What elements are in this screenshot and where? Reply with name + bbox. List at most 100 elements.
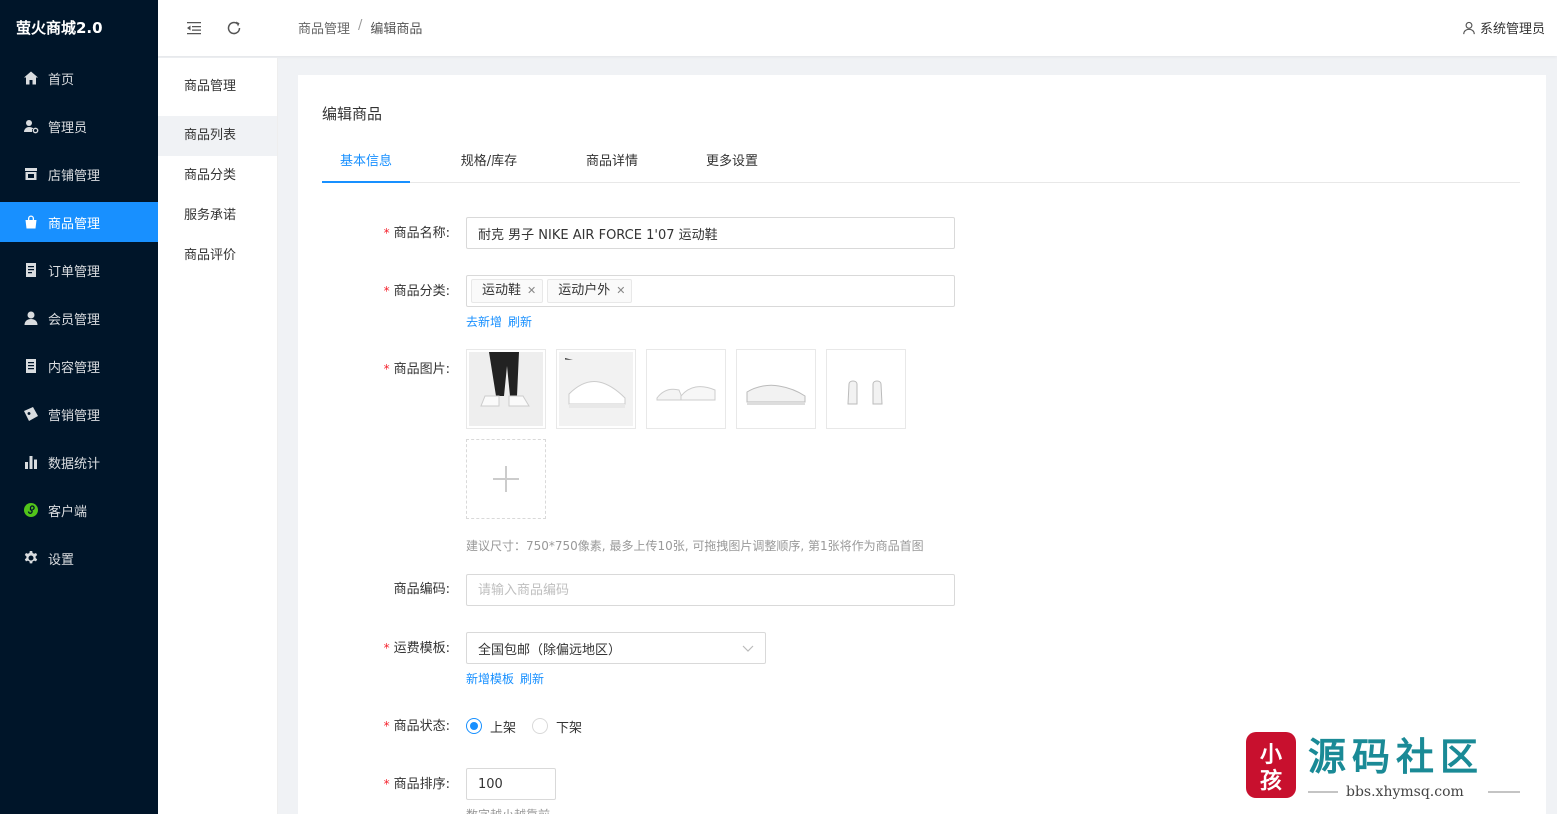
shipping-links: 新增模板 刷新 [466, 670, 766, 687]
goods-image-thumb[interactable] [466, 349, 546, 429]
required-mark: * [383, 226, 390, 240]
goods-image-thumb[interactable] [826, 349, 906, 429]
sidebar-item-orders[interactable]: 订单管理 [0, 250, 158, 290]
page-title: 编辑商品 [322, 105, 383, 123]
close-icon[interactable]: ✕ [527, 280, 536, 302]
plus-icon [493, 466, 519, 492]
add-template-link[interactable]: 新增模板 [466, 670, 514, 687]
label-name: 商品名称: [393, 226, 450, 241]
bag-icon [22, 213, 40, 231]
sidebar-item-marketing[interactable]: 营销管理 [0, 394, 158, 434]
goods-code-input[interactable] [466, 574, 955, 606]
goods-image-thumb[interactable] [646, 349, 726, 429]
shipping-template-value: 全国包邮（除偏远地区） [478, 642, 622, 658]
label-sort: 商品排序: [393, 777, 450, 792]
user-menu[interactable]: 系统管理员 [1462, 18, 1545, 37]
user-icon [1463, 21, 1475, 34]
required-mark: * [383, 641, 390, 655]
add-category-link[interactable]: 去新增 [466, 313, 502, 330]
category-links: 去新增 刷新 [466, 313, 955, 330]
sidebar-item-content[interactable]: 内容管理 [0, 346, 158, 386]
label-shipping: 运费模板: [393, 641, 450, 656]
submenu-item-comments[interactable]: 商品评价 [158, 236, 277, 276]
goods-image-thumb[interactable] [556, 349, 636, 429]
sidebar-item-admin[interactable]: 管理员 [0, 106, 158, 146]
sidebar: 萤火商城2.0 首页 管理员 店铺管理 商品管理 订单管理 会员管理 内容管理 … [0, 0, 158, 814]
tab-goods-detail[interactable]: 商品详情 [568, 141, 656, 183]
goods-image-thumb[interactable] [736, 349, 816, 429]
label-images: 商品图片: [393, 362, 450, 377]
sort-hint: 数字越小越靠前 [466, 806, 556, 814]
sidebar-item-client[interactable]: 客户端 [0, 490, 158, 530]
breadcrumb-goods[interactable]: 商品管理 [298, 18, 350, 37]
upload-image-button[interactable] [466, 439, 546, 519]
field-row-category: * 商品分类: 运动鞋 ✕ 运动户外 ✕ 去新增 刷新 [298, 275, 955, 330]
submenu-item-category[interactable]: 商品分类 [158, 156, 277, 196]
sidebar-item-stats[interactable]: 数据统计 [0, 442, 158, 482]
content-icon [22, 357, 40, 375]
collapse-menu-icon[interactable] [184, 18, 204, 38]
breadcrumb: 商品管理 / 编辑商品 [298, 18, 422, 37]
required-mark: * [383, 777, 390, 791]
brand-logo: 萤火商城2.0 [16, 19, 103, 37]
category-tag: 运动户外 ✕ [547, 279, 633, 303]
required-mark: * [383, 362, 390, 376]
sort-input[interactable] [466, 768, 556, 800]
field-row-images: * 商品图片: 建议尺寸：750*750像素, 最多上传10张, 可拖拽图片调整… [298, 349, 924, 554]
required-mark: * [383, 719, 390, 733]
sidebar-item-goods[interactable]: 商品管理 [0, 202, 158, 242]
marketing-icon [22, 405, 40, 423]
submenu-title[interactable]: 商品管理 [158, 58, 277, 116]
sidebar-item-members[interactable]: 会员管理 [0, 298, 158, 338]
watermark-logo: 小 孩 源码社区 bbs.xhymsq.com [1238, 718, 1534, 808]
category-select[interactable]: 运动鞋 ✕ 运动户外 ✕ [466, 275, 955, 307]
breadcrumb-separator: / [358, 18, 363, 33]
field-row-name: * 商品名称: [298, 217, 955, 250]
image-list [466, 349, 924, 429]
secondary-menu: 商品管理 商品列表 商品分类 服务承诺 商品评价 [158, 58, 278, 814]
user-icon [22, 309, 40, 327]
user-name: 系统管理员 [1479, 22, 1545, 37]
gear-icon [22, 549, 40, 567]
tab-spec-stock[interactable]: 规格/库存 [444, 141, 534, 183]
breadcrumb-edit-goods: 编辑商品 [370, 22, 423, 37]
submenu-item-service[interactable]: 服务承诺 [158, 196, 277, 236]
sidebar-item-settings[interactable]: 设置 [0, 538, 158, 578]
label-code: 商品编码: [393, 582, 450, 597]
tab-basic-info[interactable]: 基本信息 [322, 141, 410, 183]
required-mark: * [383, 284, 390, 298]
home-icon [22, 69, 40, 87]
svg-text:孩: 孩 [1260, 768, 1282, 794]
svg-text:小: 小 [1260, 743, 1282, 768]
refresh-icon[interactable] [224, 18, 244, 38]
form-tabs: 基本信息 规格/库存 商品详情 更多设置 [322, 141, 1520, 183]
label-category: 商品分类: [393, 284, 450, 299]
client-icon [22, 501, 40, 519]
tab-more-settings[interactable]: 更多设置 [688, 141, 776, 183]
status-radio-off-shelf[interactable]: 下架 [532, 717, 582, 736]
image-hint: 建议尺寸：750*750像素, 最多上传10张, 可拖拽图片调整顺序, 第1张将… [466, 539, 924, 553]
refresh-template-link[interactable]: 刷新 [520, 670, 544, 687]
sidebar-item-shop[interactable]: 店铺管理 [0, 154, 158, 194]
status-radio-on-shelf[interactable]: 上架 [466, 717, 516, 736]
category-tag: 运动鞋 ✕ [471, 279, 544, 303]
shipping-template-select[interactable]: 全国包邮（除偏远地区） [466, 632, 766, 664]
refresh-category-link[interactable]: 刷新 [508, 313, 532, 330]
top-header: 商品管理 / 编辑商品 系统管理员 [158, 0, 1557, 56]
sidebar-item-home[interactable]: 首页 [0, 58, 158, 98]
close-icon[interactable]: ✕ [616, 280, 625, 302]
svg-text:bbs.xhymsq.com: bbs.xhymsq.com [1346, 784, 1464, 800]
goods-name-input[interactable] [466, 217, 955, 249]
label-status: 商品状态: [393, 719, 450, 734]
chart-icon [22, 453, 40, 471]
chevron-down-icon [742, 645, 754, 652]
submenu-item-goods-list[interactable]: 商品列表 [158, 116, 277, 156]
svg-text:源码社区: 源码社区 [1308, 735, 1484, 779]
field-row-sort: *商品排序: 数字越小越靠前 [298, 768, 556, 814]
admin-icon [22, 117, 40, 135]
field-row-code: 商品编码: [298, 574, 955, 606]
shop-icon [22, 165, 40, 183]
edit-goods-card: 编辑商品 基本信息 规格/库存 商品详情 更多设置 *商品名称: *商品分类: … [298, 75, 1546, 814]
field-row-status: * 商品状态: 上架 下架 [298, 710, 582, 743]
status-radio-group: 上架 下架 [466, 710, 582, 742]
